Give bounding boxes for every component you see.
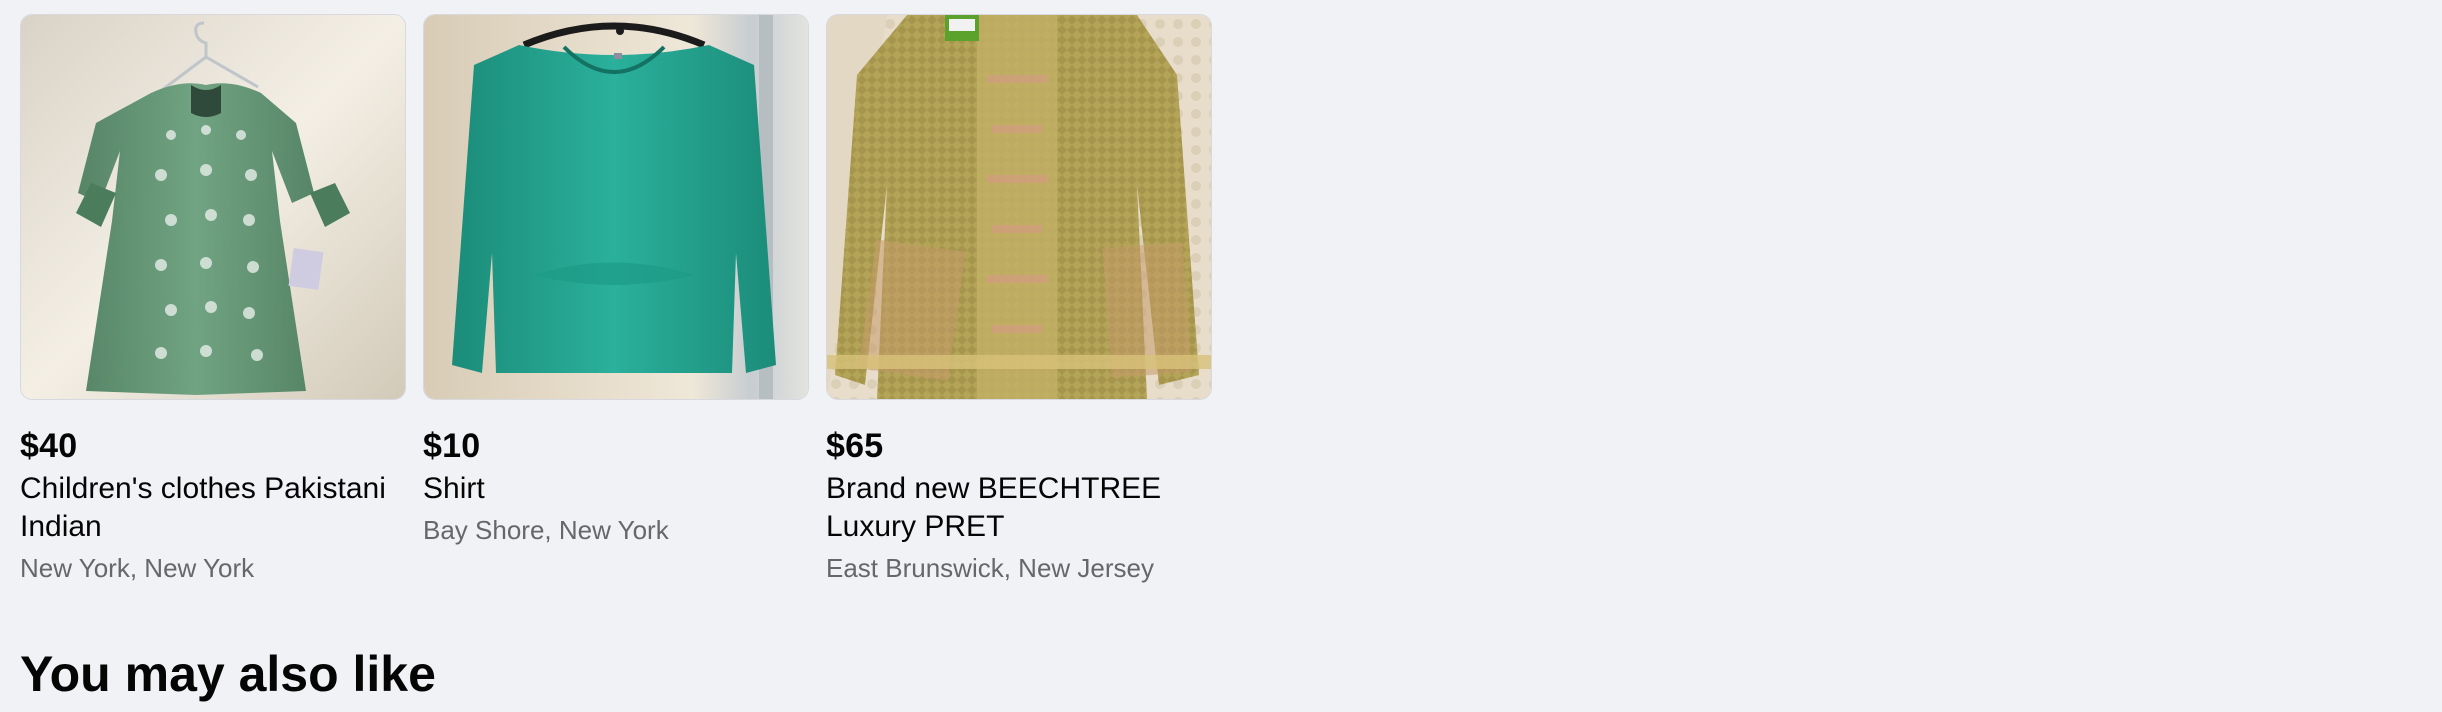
listing-card[interactable]: $65 Brand new BEECHTREE Luxury PRET East… xyxy=(826,14,1212,586)
listing-location: East Brunswick, New Jersey xyxy=(826,553,1154,583)
listing-price: $10 xyxy=(423,427,481,465)
teal-shirt-photo xyxy=(424,15,808,399)
section-heading: You may also like xyxy=(20,646,436,702)
listing-image[interactable] xyxy=(20,14,406,400)
listing-card[interactable]: $10 Shirt Bay Shore, New York xyxy=(423,14,809,586)
listing-card[interactable]: $40 Children's clothes Pakistani Indian … xyxy=(20,14,406,586)
embroidered-kurta-photo xyxy=(827,15,1211,399)
green-dress-photo xyxy=(21,15,405,399)
listing-title: Children's clothes Pakistani Indian xyxy=(20,472,386,543)
listing-location: Bay Shore, New York xyxy=(423,515,669,545)
listing-title: Shirt xyxy=(423,472,485,505)
listing-location: New York, New York xyxy=(20,553,255,583)
listing-price: $65 xyxy=(826,427,884,465)
listing-grid: $40 Children's clothes Pakistani Indian … xyxy=(20,14,1212,586)
listing-title: Brand new BEECHTREE Luxury PRET xyxy=(826,472,1162,543)
listing-image[interactable] xyxy=(423,14,809,400)
listing-price: $40 xyxy=(20,427,78,465)
listing-image[interactable] xyxy=(826,14,1212,400)
